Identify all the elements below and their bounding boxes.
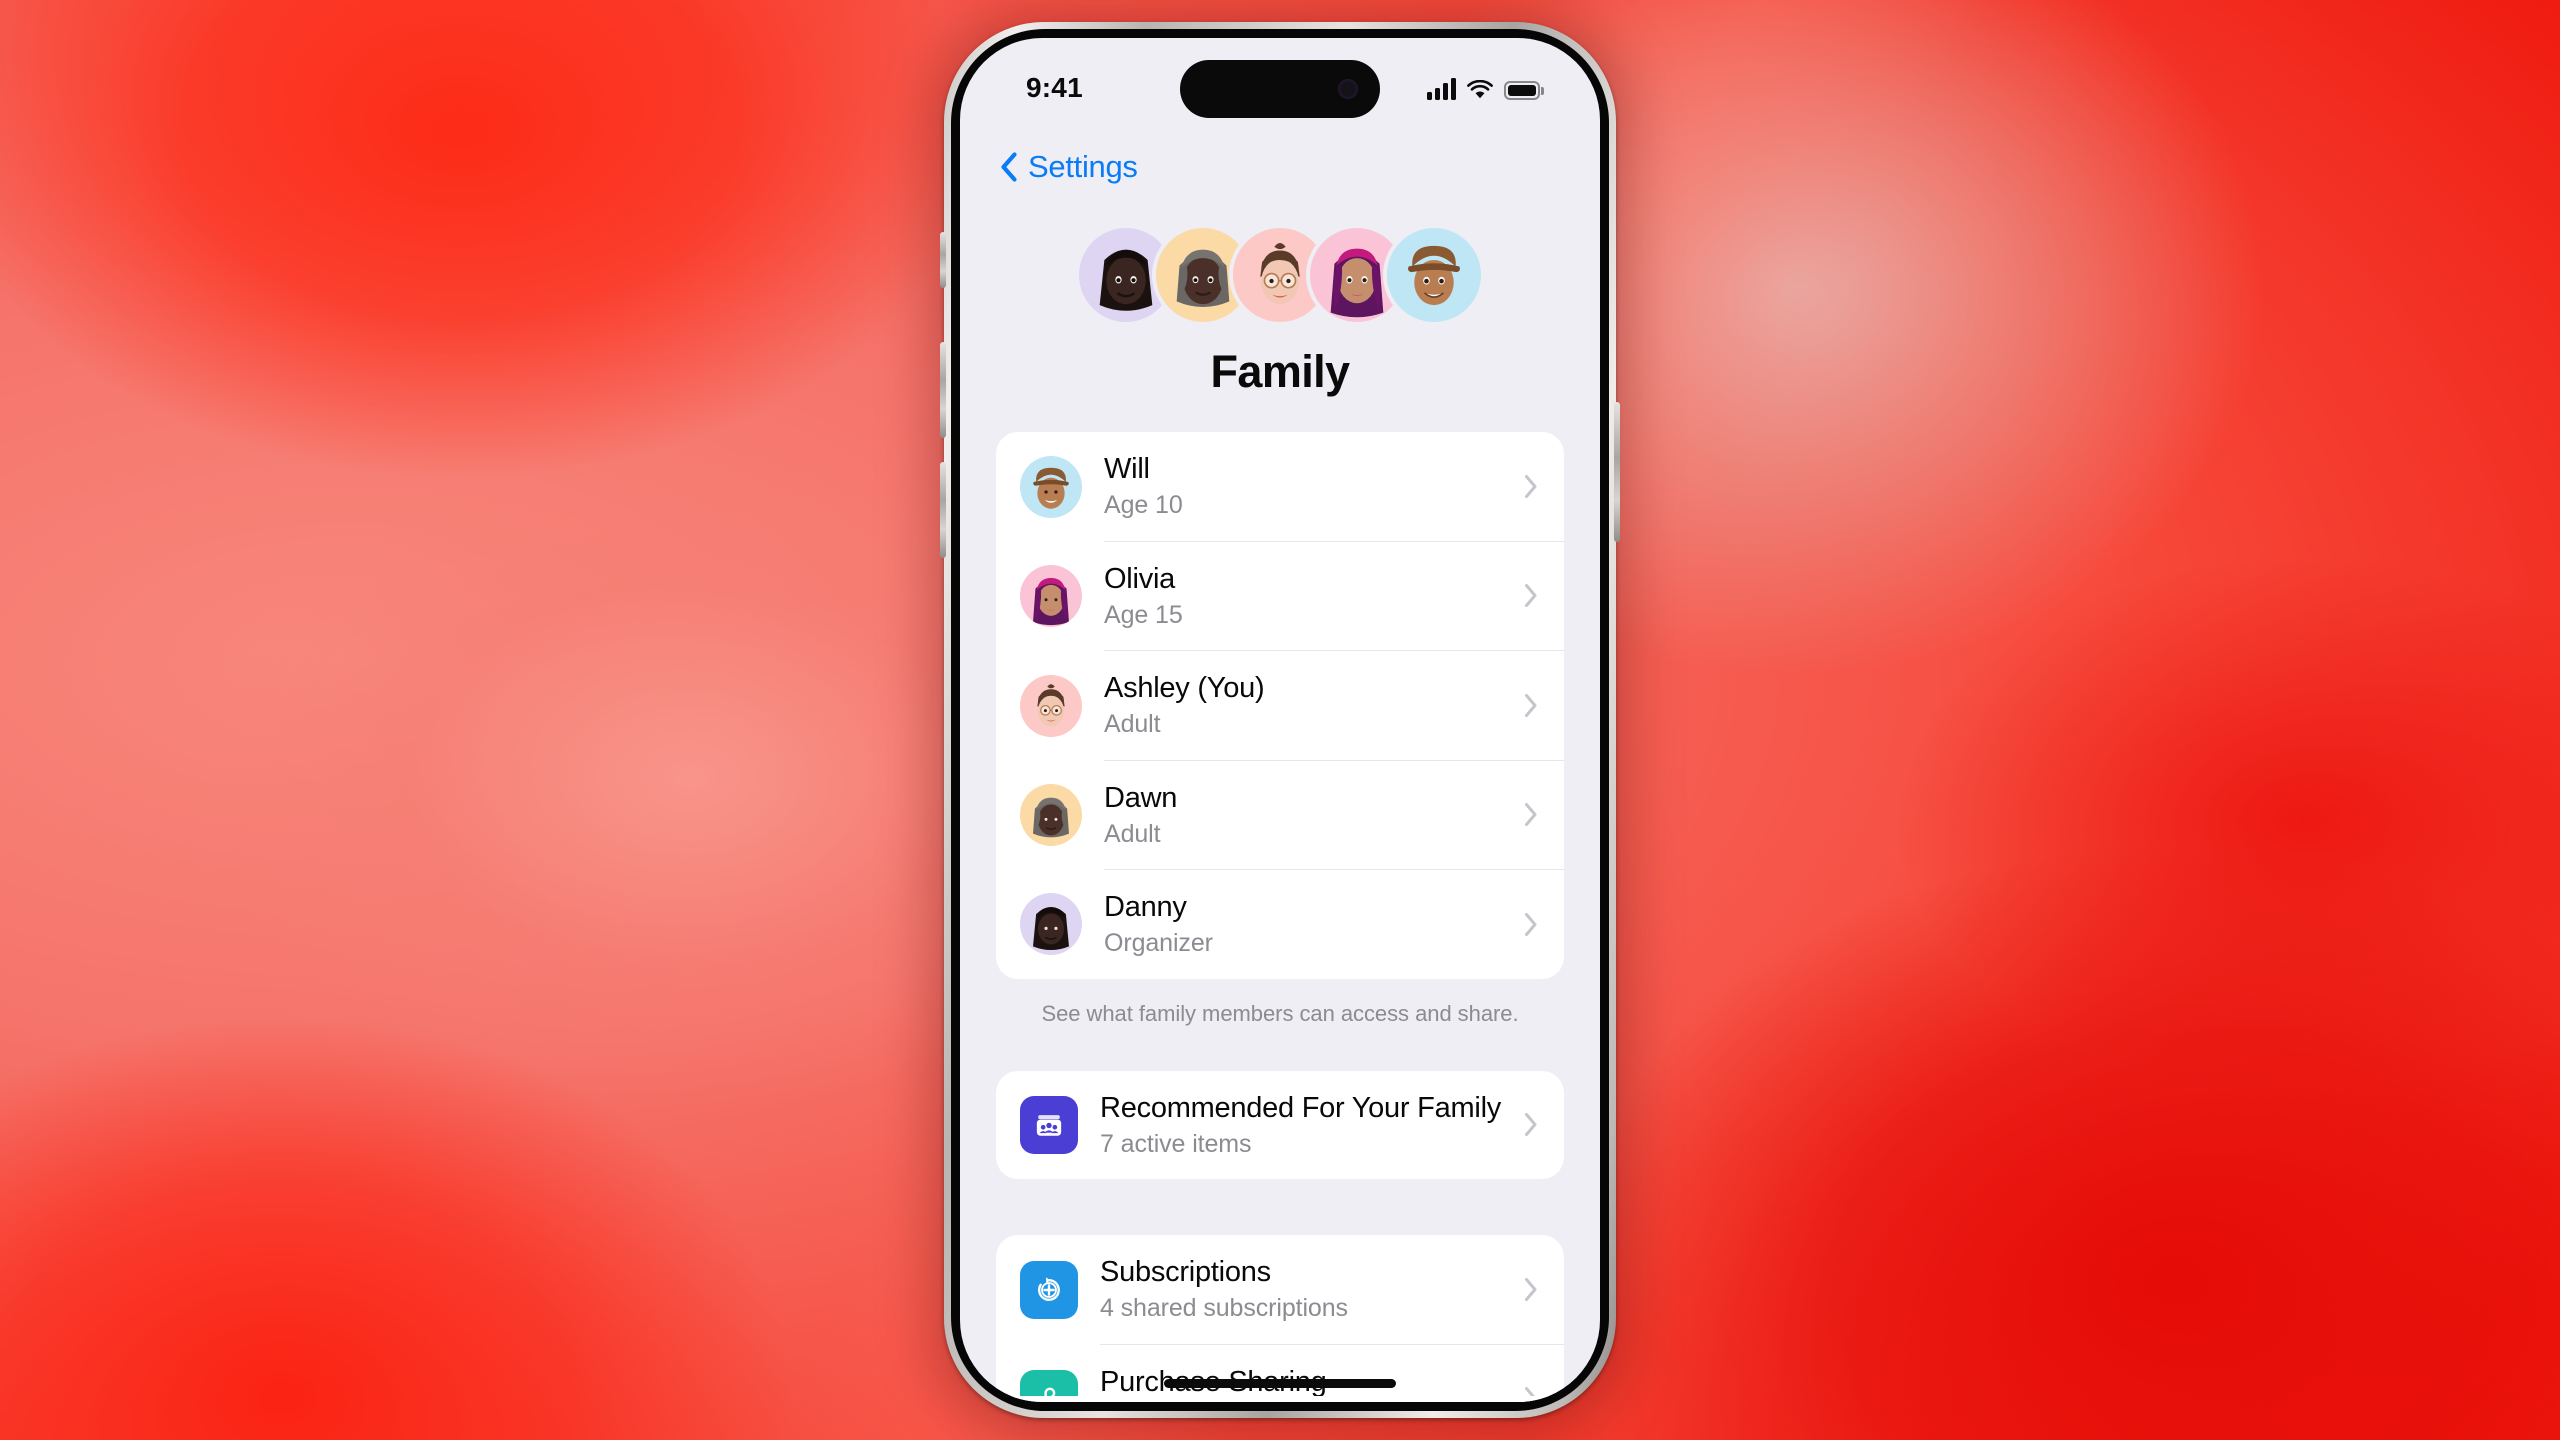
iphone-device: 9:41 Settings Family Will Age 10 Olivia … (930, 12, 1630, 1438)
family-member-row-dawn[interactable]: Dawn Adult (996, 761, 1564, 870)
family-member-row-olivia[interactable]: Olivia Age 15 (996, 542, 1564, 651)
recommended-title: Recommended For Your Family (1100, 1091, 1502, 1124)
chevron-right-icon (1524, 474, 1538, 499)
subscriptions-row[interactable]: Subscriptions 4 shared subscriptions (996, 1235, 1564, 1345)
chevron-right-icon (1524, 1112, 1538, 1137)
avatar-will (1387, 228, 1481, 322)
member-name: Olivia (1104, 562, 1176, 595)
navigation-bar: Settings (960, 130, 1600, 204)
family-members-footnote: See what family members can access and s… (1041, 1000, 1519, 1026)
avatar-will-row (1020, 455, 1082, 518)
row-content: Subscriptions 4 shared subscriptions (1100, 1235, 1564, 1345)
member-subtitle: Age 10 (1104, 491, 1183, 520)
back-to-settings-button[interactable]: Settings (1000, 149, 1138, 185)
row-text-group: Ashley (You) Adult (1104, 670, 1510, 741)
recommended-subtitle: 7 active items (1100, 1129, 1252, 1158)
row-text-group: Recommended For Your Family 7 active ite… (1100, 1090, 1510, 1161)
status-bar-time: 9:41 (1026, 72, 1083, 103)
recommended-card: Recommended For Your Family 7 active ite… (996, 1070, 1564, 1180)
avatar-danny-row (1020, 893, 1082, 956)
family-card-icon (1020, 1095, 1078, 1154)
member-subtitle: Age 15 (1104, 600, 1183, 629)
family-header: Family (960, 204, 1600, 398)
row-content: Olivia Age 15 (1104, 542, 1564, 651)
status-bar-indicators (1427, 74, 1540, 100)
member-name: Danny (1104, 891, 1187, 923)
services-card: Subscriptions 4 shared subscriptions Pur… (996, 1235, 1564, 1402)
avatar-olivia-row (1020, 565, 1082, 628)
status-bar: 9:41 (960, 38, 1600, 130)
purchase-sharing-row[interactable]: Purchase Sharing Not Enabled (996, 1345, 1564, 1402)
subscriptions-subtitle: 4 shared subscriptions (1100, 1294, 1348, 1323)
row-text-group: Danny Organizer (1104, 889, 1510, 960)
phone-screen: 9:41 Settings Family Will Age 10 Olivia … (960, 38, 1600, 1402)
back-button-label: Settings (1028, 149, 1138, 184)
front-camera-icon (1338, 79, 1358, 99)
power-button[interactable] (1614, 402, 1620, 542)
row-content: Ashley (You) Adult (1104, 651, 1564, 761)
row-content: Recommended For Your Family 7 active ite… (1100, 1071, 1564, 1180)
family-member-row-ashley[interactable]: Ashley (You) Adult (996, 651, 1564, 761)
wifi-icon (1467, 80, 1493, 100)
volume-up-button[interactable] (940, 342, 946, 438)
row-content: Danny Organizer (1104, 870, 1564, 979)
family-member-row-will[interactable]: Will Age 10 (996, 432, 1564, 542)
volume-down-button[interactable] (940, 462, 946, 558)
recommended-for-your-family-row[interactable]: Recommended For Your Family 7 active ite… (996, 1071, 1564, 1180)
settings-scroll-view[interactable]: Family Will Age 10 Olivia Age 15 Ashley … (960, 204, 1600, 1402)
chevron-right-icon (1524, 693, 1538, 718)
subscription-refresh-icon (1020, 1260, 1078, 1319)
chevron-right-icon (1524, 583, 1538, 608)
battery-icon (1504, 81, 1540, 100)
row-text-group: Olivia Age 15 (1104, 561, 1510, 632)
chevron-right-icon (1524, 912, 1538, 937)
home-indicator[interactable] (1164, 1379, 1396, 1388)
row-content: Dawn Adult (1104, 761, 1564, 870)
row-text-group: Subscriptions 4 shared subscriptions (1100, 1254, 1510, 1325)
member-subtitle: Adult (1104, 710, 1161, 739)
subscriptions-title: Subscriptions (1100, 1256, 1271, 1288)
family-member-row-danny[interactable]: Danny Organizer (996, 870, 1564, 979)
avatar-ashley-row (1020, 674, 1082, 737)
family-members-card: Will Age 10 Olivia Age 15 Ashley (You) A… (996, 432, 1564, 979)
avatar-dawn-row (1020, 784, 1082, 847)
row-content: Purchase Sharing Not Enabled (1100, 1345, 1564, 1402)
row-content: Will Age 10 (1104, 432, 1564, 542)
content-bottom-edge (960, 1396, 1600, 1402)
chevron-left-icon (1000, 152, 1017, 182)
row-text-group: Will Age 10 (1104, 451, 1510, 522)
chevron-right-icon (1524, 1277, 1538, 1302)
dynamic-island (1180, 60, 1380, 118)
member-name: Dawn (1104, 781, 1178, 814)
family-avatar-stack (960, 220, 1600, 330)
member-name: Will (1104, 453, 1150, 485)
page-title: Family (1210, 346, 1351, 397)
action-button[interactable] (940, 232, 946, 288)
member-subtitle: Adult (1104, 819, 1161, 848)
row-text-group: Dawn Adult (1104, 780, 1510, 851)
member-subtitle: Organizer (1104, 929, 1213, 958)
chevron-right-icon (1524, 802, 1538, 827)
member-name: Ashley (You) (1104, 672, 1265, 704)
cellular-signal-icon (1427, 78, 1456, 100)
